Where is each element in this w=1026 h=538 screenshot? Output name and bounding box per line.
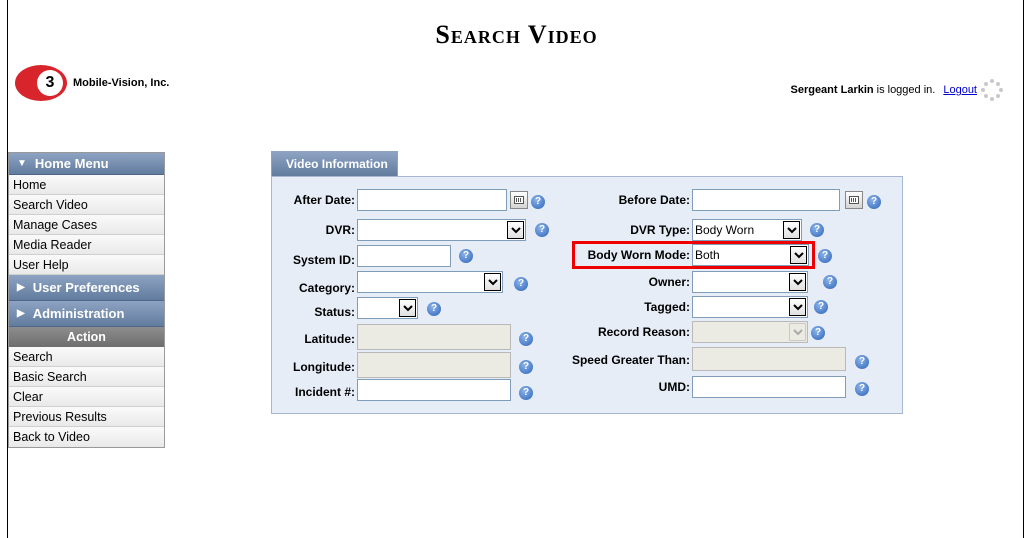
action-header: Action bbox=[9, 327, 164, 347]
user-preferences-label: User Preferences bbox=[32, 280, 140, 295]
l3-logo-icon: 3 bbox=[15, 65, 67, 101]
calendar-icon[interactable] bbox=[845, 191, 863, 209]
loading-spinner-icon bbox=[981, 79, 1003, 101]
administration-header[interactable]: ▶ Administration bbox=[9, 301, 164, 327]
triangle-right-icon: ▶ bbox=[17, 308, 25, 319]
dvr-type-value: Body Worn bbox=[695, 223, 755, 237]
sidebar-item-home[interactable]: Home bbox=[9, 175, 164, 195]
incident-input[interactable] bbox=[357, 379, 511, 401]
action-item-clear[interactable]: Clear bbox=[9, 387, 164, 407]
help-icon[interactable]: ? bbox=[867, 195, 881, 209]
sidebar-item-manage-cases[interactable]: Manage Cases bbox=[9, 215, 164, 235]
company-logo: 3 Mobile-Vision, Inc. bbox=[15, 65, 169, 101]
record-reason-label: Record Reason: bbox=[597, 325, 690, 339]
logo-text: Mobile-Vision, Inc. bbox=[73, 77, 170, 89]
logout-link[interactable]: Logout bbox=[943, 84, 977, 96]
dvr-type-select[interactable]: Body Worn bbox=[692, 219, 802, 241]
user-preferences-header[interactable]: ▶ User Preferences bbox=[9, 275, 164, 301]
body-worn-mode-select[interactable]: Both bbox=[692, 244, 809, 266]
logged-in-text: is logged in. bbox=[876, 84, 936, 96]
sidebar-item-user-help[interactable]: User Help bbox=[9, 255, 164, 275]
page-title: Search Video bbox=[435, 20, 598, 49]
category-label: Category: bbox=[298, 281, 355, 295]
system-id-label: System ID: bbox=[292, 253, 355, 267]
chevron-down-icon[interactable] bbox=[399, 299, 416, 317]
dvr-type-label: DVR Type: bbox=[630, 223, 690, 237]
umd-label: UMD: bbox=[658, 380, 690, 394]
tab-video-information[interactable]: Video Information bbox=[271, 151, 398, 176]
home-menu-header[interactable]: ▼ Home Menu bbox=[9, 153, 164, 175]
longitude-input[interactable] bbox=[357, 352, 511, 378]
sidebar: ▼ Home Menu Home Search Video Manage Cas… bbox=[8, 152, 165, 448]
body-worn-mode-label: Body Worn Mode: bbox=[587, 248, 690, 262]
latitude-input[interactable] bbox=[357, 324, 511, 350]
category-select[interactable] bbox=[357, 271, 503, 293]
owner-select[interactable] bbox=[692, 271, 808, 293]
speed-greater-than-label: Speed Greater Than: bbox=[571, 353, 690, 367]
help-icon[interactable]: ? bbox=[814, 300, 828, 314]
administration-label: Administration bbox=[32, 306, 125, 321]
owner-label: Owner: bbox=[648, 275, 690, 289]
help-icon[interactable]: ? bbox=[514, 277, 528, 291]
user-name: Sergeant Larkin bbox=[790, 84, 874, 96]
chevron-down-icon[interactable] bbox=[789, 323, 806, 341]
chevron-down-icon[interactable] bbox=[790, 246, 807, 264]
action-item-previous-results[interactable]: Previous Results bbox=[9, 407, 164, 427]
chevron-down-icon[interactable] bbox=[789, 298, 806, 316]
action-item-basic-search[interactable]: Basic Search bbox=[9, 367, 164, 387]
status-select[interactable] bbox=[357, 297, 418, 319]
latitude-label: Latitude: bbox=[304, 332, 355, 346]
triangle-right-icon: ▶ bbox=[17, 282, 25, 293]
help-icon[interactable]: ? bbox=[427, 302, 441, 316]
l3-logo-mark: 3 bbox=[37, 70, 63, 96]
help-icon[interactable]: ? bbox=[823, 275, 837, 289]
after-date-label: After Date: bbox=[293, 193, 355, 207]
sidebar-item-media-reader[interactable]: Media Reader bbox=[9, 235, 164, 255]
dvr-select[interactable] bbox=[357, 219, 526, 241]
tagged-select[interactable] bbox=[692, 296, 808, 318]
sidebar-item-search-video[interactable]: Search Video bbox=[9, 195, 164, 215]
chevron-down-icon[interactable] bbox=[507, 221, 524, 239]
action-item-search[interactable]: Search bbox=[9, 347, 164, 367]
help-icon[interactable]: ? bbox=[519, 360, 533, 374]
system-id-input[interactable] bbox=[357, 245, 451, 267]
chevron-down-icon[interactable] bbox=[484, 273, 501, 291]
longitude-label: Longitude: bbox=[293, 360, 355, 374]
umd-input[interactable] bbox=[692, 376, 846, 398]
body-worn-mode-value: Both bbox=[695, 248, 720, 262]
before-date-label: Before Date: bbox=[618, 193, 690, 207]
help-icon[interactable]: ? bbox=[811, 326, 825, 340]
help-icon[interactable]: ? bbox=[519, 332, 533, 346]
chevron-down-icon[interactable] bbox=[789, 273, 806, 291]
help-icon[interactable]: ? bbox=[535, 223, 549, 237]
help-icon[interactable]: ? bbox=[818, 249, 832, 263]
speed-greater-than-input[interactable] bbox=[692, 347, 846, 371]
chevron-down-icon[interactable] bbox=[783, 221, 800, 239]
help-icon[interactable]: ? bbox=[531, 195, 545, 209]
status-label: Status: bbox=[314, 305, 355, 319]
dvr-label: DVR: bbox=[325, 223, 355, 237]
record-reason-select[interactable] bbox=[692, 321, 808, 343]
triangle-down-icon: ▼ bbox=[17, 158, 27, 169]
help-icon[interactable]: ? bbox=[855, 382, 869, 396]
before-date-input[interactable] bbox=[692, 189, 840, 211]
home-menu-label: Home Menu bbox=[34, 156, 109, 171]
login-status: Sergeant Larkin is logged in. Logout bbox=[790, 79, 1003, 101]
help-icon[interactable]: ? bbox=[810, 223, 824, 237]
help-icon[interactable]: ? bbox=[459, 249, 473, 263]
help-icon[interactable]: ? bbox=[855, 355, 869, 369]
tagged-label: Tagged: bbox=[644, 300, 690, 314]
after-date-input[interactable] bbox=[357, 189, 507, 211]
action-item-back-to-video[interactable]: Back to Video bbox=[9, 427, 164, 447]
incident-label: Incident #: bbox=[294, 385, 355, 399]
help-icon[interactable]: ? bbox=[519, 386, 533, 400]
calendar-icon[interactable] bbox=[510, 191, 528, 209]
